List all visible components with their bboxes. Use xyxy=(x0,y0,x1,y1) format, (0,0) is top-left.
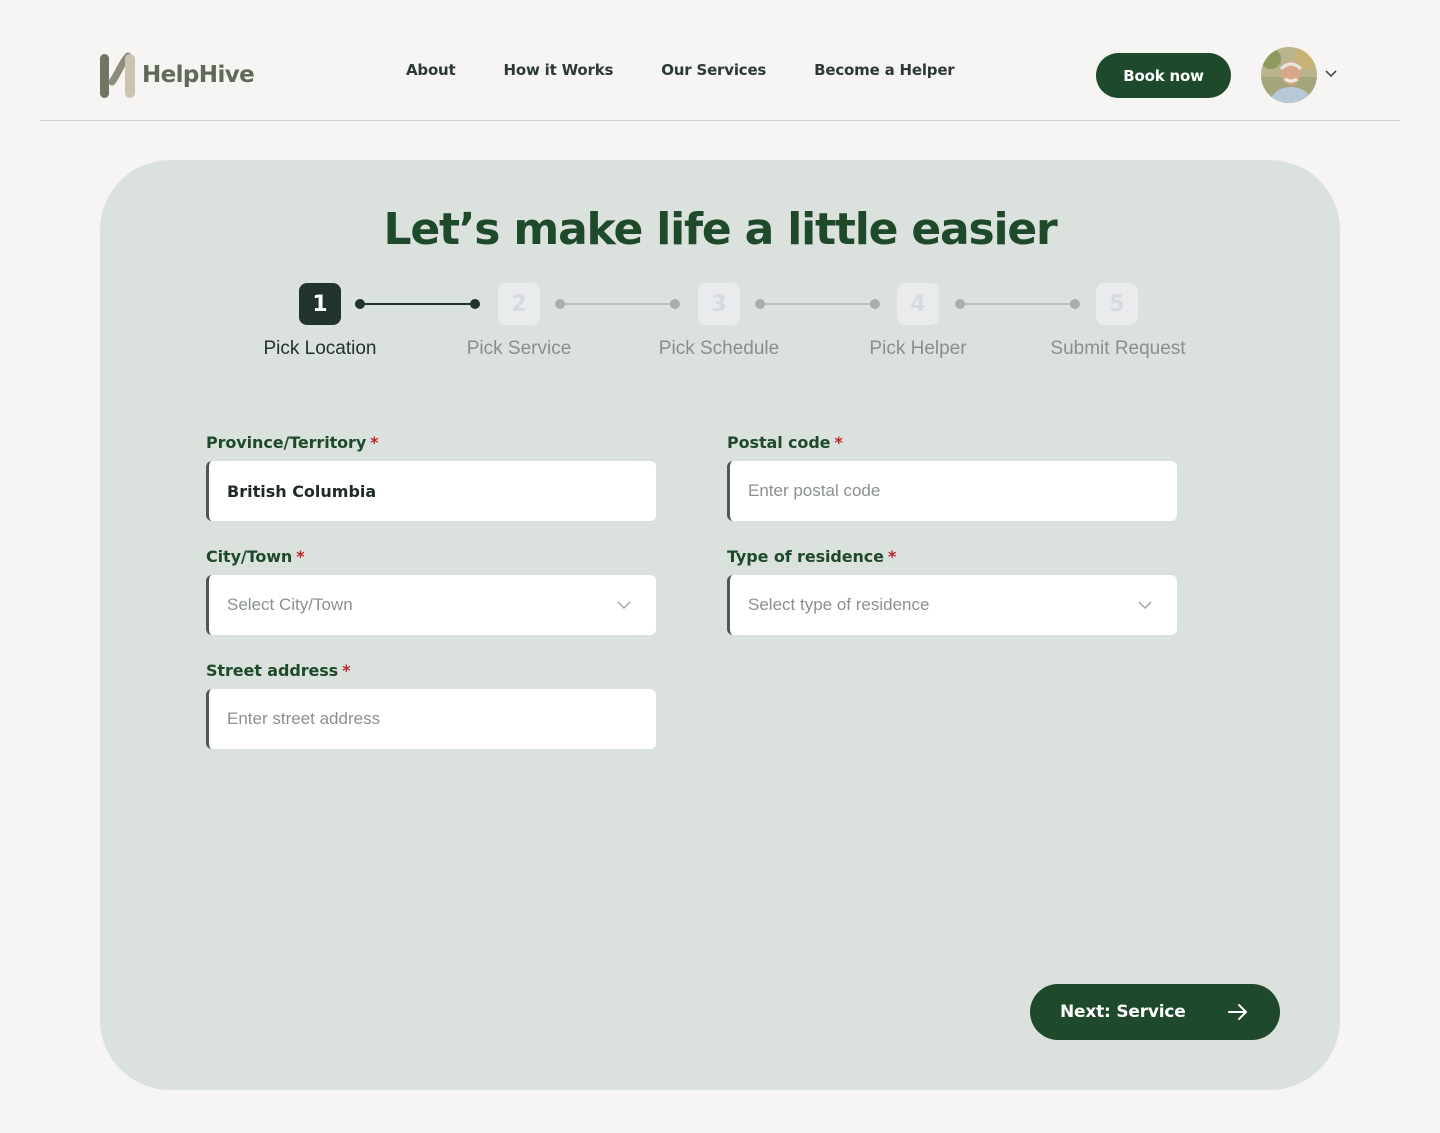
nav-how-it-works[interactable]: How it Works xyxy=(504,61,614,79)
required-mark: * xyxy=(296,547,305,566)
step-4-number[interactable]: 4 xyxy=(897,283,939,325)
next-service-button[interactable]: Next: Service xyxy=(1030,984,1280,1040)
brand-name: HelpHive xyxy=(142,62,255,88)
step-connector-3 xyxy=(755,299,880,309)
book-now-button[interactable]: Book now xyxy=(1096,53,1231,98)
chevron-down-icon xyxy=(616,597,632,613)
nav-our-services[interactable]: Our Services xyxy=(661,61,766,79)
brand-logo[interactable]: HelpHive xyxy=(98,50,255,100)
residence-label: Type of residence * xyxy=(727,547,897,566)
required-mark: * xyxy=(834,433,843,452)
required-mark: * xyxy=(370,433,379,452)
step-label-pick-location: Pick Location xyxy=(263,338,377,359)
helphive-logo-icon xyxy=(98,50,140,100)
street-address-input[interactable]: Enter street address xyxy=(206,689,656,749)
booking-card: Let’s make life a little easier 1 2 3 4 … xyxy=(100,160,1340,1090)
residence-placeholder: Select type of residence xyxy=(748,595,930,614)
next-button-label: Next: Service xyxy=(1060,1002,1186,1022)
step-connector-2 xyxy=(555,299,680,309)
avatar[interactable] xyxy=(1261,47,1317,103)
postal-code-placeholder: Enter postal code xyxy=(748,481,881,500)
step-label-pick-schedule: Pick Schedule xyxy=(658,338,780,359)
nav-about[interactable]: About xyxy=(406,61,456,79)
step-1-number[interactable]: 1 xyxy=(299,283,341,325)
street-placeholder: Enter street address xyxy=(227,709,381,728)
province-field[interactable]: British Columbia xyxy=(206,461,656,521)
nav-become-helper[interactable]: Become a Helper xyxy=(814,61,955,79)
main-nav: About How it Works Our Services Become a… xyxy=(406,61,1003,79)
postal-code-input[interactable]: Enter postal code xyxy=(727,461,1177,521)
site-header: HelpHive About How it Works Our Services… xyxy=(40,0,1400,121)
province-label: Province/Territory * xyxy=(206,433,379,452)
step-connector-4 xyxy=(955,299,1080,309)
chevron-down-icon[interactable] xyxy=(1323,65,1339,81)
page-title: Let’s make life a little easier xyxy=(383,204,1057,255)
street-label: Street address * xyxy=(206,661,351,680)
step-5-number[interactable]: 5 xyxy=(1096,283,1138,325)
chevron-down-icon xyxy=(1137,597,1153,613)
required-mark: * xyxy=(342,661,351,680)
step-connector-1 xyxy=(355,299,480,309)
arrow-right-icon xyxy=(1226,1000,1250,1024)
step-label-pick-service: Pick Service xyxy=(466,338,572,359)
postal-code-label: Postal code * xyxy=(727,433,843,452)
step-3-number[interactable]: 3 xyxy=(698,283,740,325)
city-select[interactable]: Select City/Town xyxy=(206,575,656,635)
residence-select[interactable]: Select type of residence xyxy=(727,575,1177,635)
city-label: City/Town * xyxy=(206,547,305,566)
step-label-submit-request: Submit Request xyxy=(1050,338,1186,359)
city-placeholder: Select City/Town xyxy=(227,595,353,614)
required-mark: * xyxy=(887,547,897,566)
province-value: British Columbia xyxy=(227,481,377,501)
step-label-pick-helper: Pick Helper xyxy=(869,338,967,359)
step-2-number[interactable]: 2 xyxy=(498,283,540,325)
